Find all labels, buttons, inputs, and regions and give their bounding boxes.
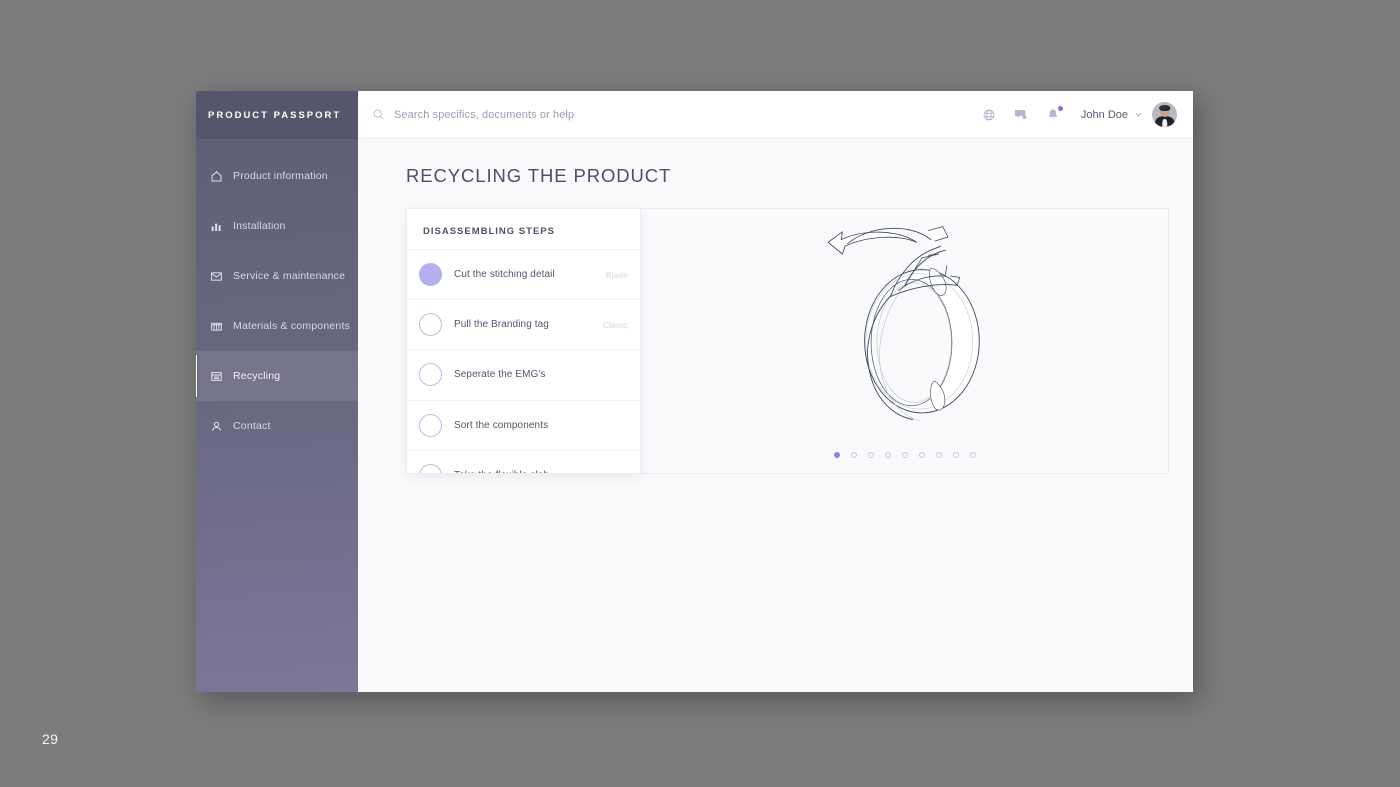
step-label: Take the flexible slab [454,470,622,473]
user-name: John Doe [1080,108,1128,121]
envelope-icon [210,270,223,283]
globe-icon[interactable] [981,107,997,123]
chevron-down-icon [1134,110,1143,119]
step-item[interactable]: Cut the stitching detail Blade [407,250,640,301]
sidebar-item-label: Service & maintenance [233,270,346,282]
bell-icon[interactable] [1045,105,1063,123]
step-label: Seperate the EMG's [454,369,546,381]
content-area: RECYCLING THE PRODUCT DISASSEMBLING STEP… [358,139,1193,692]
notification-badge [1057,105,1063,111]
home-icon [210,170,223,183]
sidebar-item-installation[interactable]: Installation [196,201,358,251]
carousel-dot[interactable] [850,452,857,458]
page-title: RECYCLING THE PRODUCT [406,165,672,186]
steps-list: Cut the stitching detail Blade Pull the … [407,250,640,473]
step-item[interactable]: Take the flexible slab [407,451,640,473]
carousel-dot[interactable] [867,452,874,458]
topbar: John Doe [358,91,1193,139]
book-icon [210,370,223,383]
steps-card-header: DISASSEMBLING STEPS [407,209,640,250]
sidebar-item-label: Contact [233,420,271,432]
columns-icon [210,320,223,333]
sidebar-item-service-maintenance[interactable]: Service & maintenance [196,251,358,301]
carousel-dot[interactable] [969,452,976,458]
sidebar-item-product-information[interactable]: Product information [196,151,358,201]
search-input[interactable] [394,108,981,121]
step-item[interactable]: Pull the Branding tag Clamp [407,300,640,351]
step-status-circle[interactable] [419,313,442,337]
panels: DISASSEMBLING STEPS Cut the stitching de… [406,208,1169,474]
step-tool-label: Clamp [602,319,628,330]
search-icon [372,108,385,121]
step-item[interactable]: Seperate the EMG's [407,350,640,401]
sidebar: PRODUCT PASSPORT Product information Ins… [196,91,358,692]
sidebar-item-materials-components[interactable]: Materials & components [196,301,358,351]
step-label: Pull the Branding tag [454,319,549,331]
product-viewer-card [641,208,1169,474]
topbar-actions: John Doe [981,102,1177,127]
carousel-dot[interactable] [884,452,891,458]
disassembling-steps-card: DISASSEMBLING STEPS Cut the stitching de… [406,208,641,474]
step-item[interactable]: Sort the components [407,401,640,451]
step-status-circle[interactable] [419,413,442,437]
avatar[interactable] [1152,102,1177,127]
step-tool-label: Blade [605,269,628,280]
carousel-dot[interactable] [833,452,840,458]
sidebar-nav: Product information Installation Service… [196,139,358,451]
user-menu[interactable]: John Doe [1081,102,1177,127]
step-status-circle[interactable] [419,363,442,387]
step-status-circle[interactable] [419,463,442,473]
chat-icon[interactable] [1013,107,1029,123]
sidebar-item-recycling[interactable]: Recycling [196,351,358,401]
main-area: John Doe RECYCLING THE [358,91,1193,692]
step-label: Cut the stitching detail [454,269,555,281]
app-window: PRODUCT PASSPORT Product information Ins… [196,91,1193,692]
bar-chart-icon [210,220,223,233]
carousel-dot[interactable] [935,452,942,458]
carousel-dot[interactable] [952,452,959,458]
sidebar-item-label: Product information [233,170,328,182]
carousel-pagination [641,452,1168,458]
carousel-dot[interactable] [918,452,925,458]
brand-title: PRODUCT PASSPORT [196,91,358,139]
sidebar-item-label: Recycling [233,370,281,382]
carousel-dot[interactable] [901,452,908,458]
step-status-circle[interactable] [419,263,442,287]
person-icon [210,420,223,433]
slide-page-number: 29 [42,731,59,747]
sidebar-item-label: Installation [233,220,286,232]
step-label: Sort the components [454,419,549,431]
sidebar-item-label: Materials & components [233,320,351,332]
wristband-strap-illustration [800,218,1010,433]
sidebar-item-contact[interactable]: Contact [196,401,358,451]
search-bar[interactable] [372,108,981,121]
